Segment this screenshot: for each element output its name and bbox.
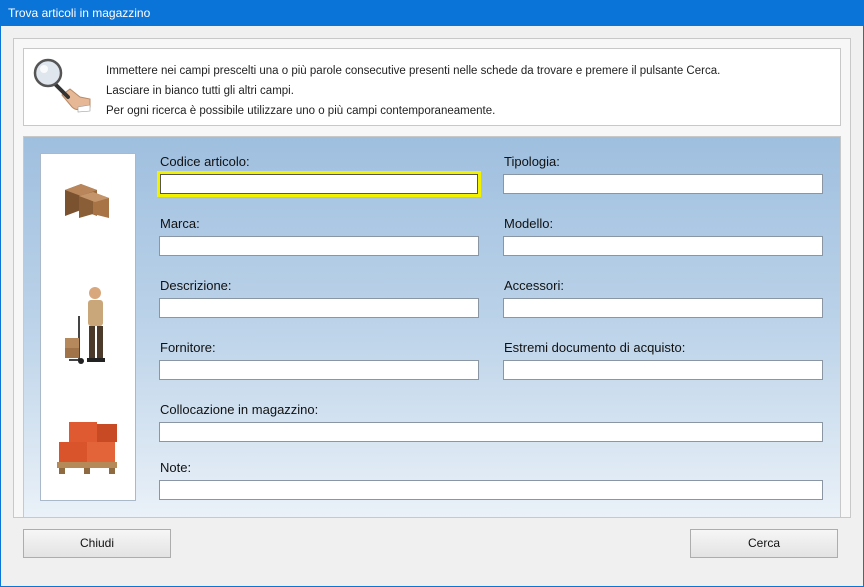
label-tipologia: Tipologia: [504, 154, 560, 169]
label-fornitore: Fornitore: [160, 340, 216, 355]
marca-input[interactable] [159, 236, 479, 256]
delivery-man-icon [65, 287, 105, 364]
illustration-sidebar [40, 153, 136, 501]
magnifier-hand-icon [33, 58, 91, 113]
fornitore-input[interactable] [159, 360, 479, 380]
pallet-icon [57, 422, 117, 474]
dialog-body: Immettere nei campi prescelti una o più … [1, 26, 863, 586]
info-text: Immettere nei campi prescelti una o più … [106, 61, 720, 121]
label-modello: Modello: [504, 216, 554, 231]
info-line-3: Per ogni ricerca è possibile utilizzare … [106, 105, 496, 117]
tipologia-input[interactable] [503, 174, 823, 194]
label-marca: Marca: [160, 216, 200, 231]
codice-articolo-input[interactable] [157, 171, 481, 197]
label-accessori: Accessori: [504, 278, 564, 293]
label-collocazione: Collocazione in magazzino: [160, 402, 319, 417]
label-note: Note: [160, 460, 192, 475]
accessori-input[interactable] [503, 298, 823, 318]
boxes-icon [65, 184, 109, 218]
descrizione-input[interactable] [159, 298, 479, 318]
label-descrizione: Descrizione: [160, 278, 232, 293]
collocazione-input[interactable] [159, 422, 823, 442]
info-line-1: Immettere nei campi prescelti una o più … [106, 65, 721, 77]
window-title: Trova articoli in magazzino [0, 0, 864, 26]
close-button[interactable]: Chiudi [23, 529, 171, 558]
info-line-2: Lasciare in bianco tutti gli altri campi… [106, 85, 294, 97]
note-input[interactable] [159, 480, 823, 500]
estremi-documento-input[interactable] [503, 360, 823, 380]
label-codice: Codice articolo: [160, 154, 250, 169]
modello-input[interactable] [503, 236, 823, 256]
info-box: Immettere nei campi prescelti una o più … [23, 48, 841, 126]
search-button[interactable]: Cerca [690, 529, 838, 558]
label-estremi: Estremi documento di acquisto: [504, 340, 686, 355]
